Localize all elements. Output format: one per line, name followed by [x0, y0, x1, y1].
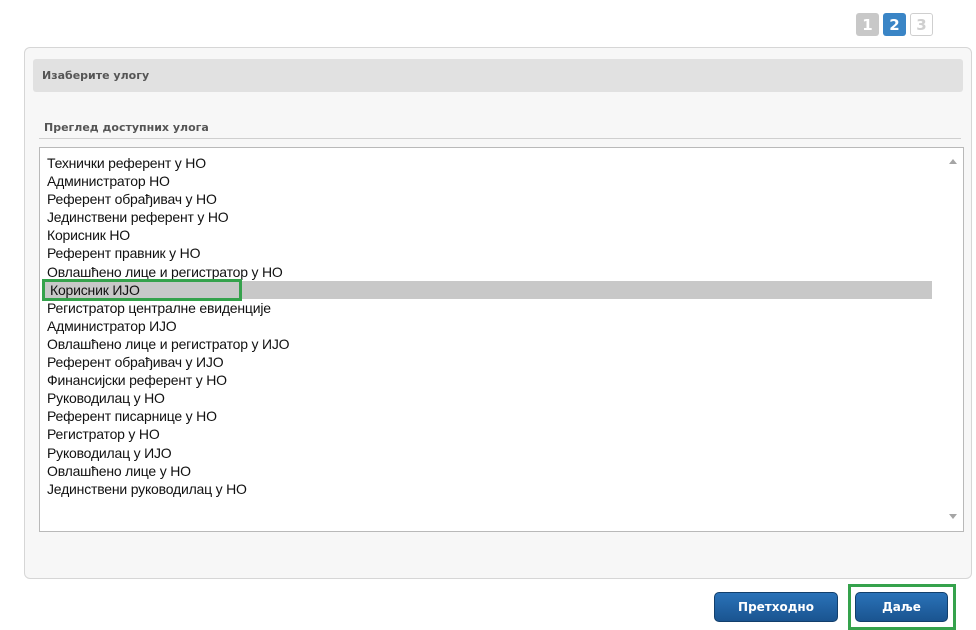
next-button[interactable]: Даље [855, 592, 948, 622]
scroll-up-arrow-icon[interactable] [949, 159, 957, 164]
role-list-item[interactable]: Корисник НО [44, 226, 932, 244]
role-list-item[interactable]: Технички референт у НО [44, 154, 932, 172]
role-list-item[interactable]: Руководилац у НО [44, 389, 932, 407]
panel-header: Изаберите улогу [33, 59, 963, 92]
role-list-item[interactable]: Овлашћено лице и регистратор у ИЈО [44, 335, 932, 353]
role-list-item[interactable]: Референт обрађивач у ИЈО [44, 353, 932, 371]
selected-role-highlight: Корисник ИЈО [42, 278, 242, 301]
section-title: Преглед доступних улога [44, 121, 209, 134]
wizard-step-2[interactable]: 2 [883, 13, 906, 36]
scroll-down-arrow-icon[interactable] [949, 514, 957, 519]
role-selection-panel: Изаберите улогу Преглед доступних улога … [24, 47, 972, 579]
section-divider [39, 138, 961, 139]
roles-list: Технички референт у НО Администратор НО Ре… [42, 154, 932, 498]
roles-listbox[interactable]: Технички референт у НО Администратор НО Ре… [39, 147, 964, 532]
wizard-step-1[interactable]: 1 [856, 13, 879, 36]
wizard-step-3[interactable]: 3 [910, 13, 933, 36]
role-list-item[interactable]: Финансијски референт у НО [44, 371, 932, 389]
role-list-item[interactable]: Овлашћено лице у НО [44, 462, 932, 480]
role-list-item[interactable]: Референт писарнице у НО [44, 407, 932, 425]
role-list-item-selected[interactable]: Корисник ИЈО [42, 278, 932, 301]
role-list-item[interactable]: Администратор ИЈО [44, 317, 932, 335]
listbox-scrollbar[interactable] [945, 148, 963, 531]
role-list-item[interactable]: Референт правник у НО [44, 244, 932, 262]
role-list-item[interactable]: Јединствени руководилац у НО [44, 480, 932, 498]
role-list-item[interactable]: Регистратор централне евиденције [44, 299, 932, 317]
role-list-item[interactable]: Регистратор у НО [44, 425, 932, 443]
wizard-steps: 1 2 3 [856, 13, 933, 36]
previous-button[interactable]: Претходно [714, 592, 838, 622]
role-list-item[interactable]: Јединствени референт у НО [44, 208, 932, 226]
role-list-item[interactable]: Администратор НО [44, 172, 932, 190]
role-list-item[interactable]: Референт обрађивач у НО [44, 190, 932, 208]
role-list-item[interactable]: Руководилац у ИЈО [44, 444, 932, 462]
